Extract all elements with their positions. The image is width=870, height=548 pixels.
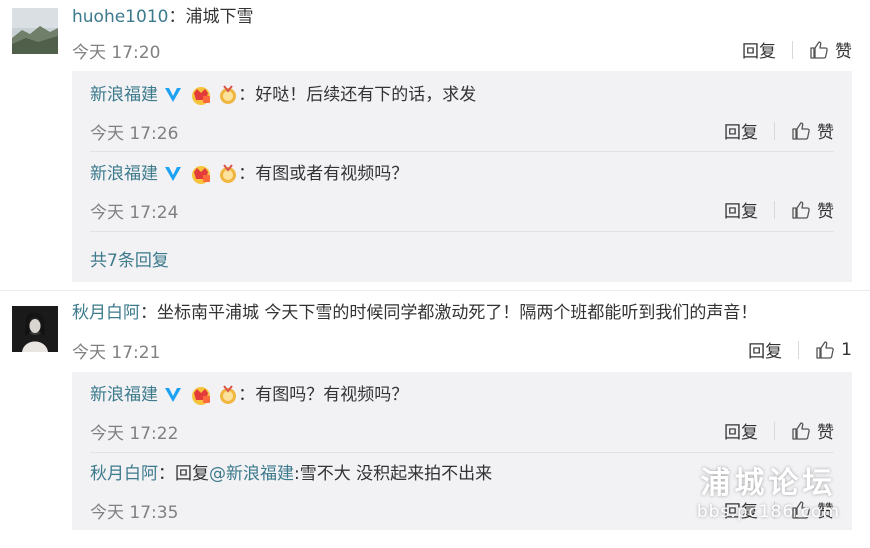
like-count: 1: [841, 339, 852, 360]
colon: ：: [238, 85, 256, 105]
verified-v-icon: [165, 388, 182, 402]
reply-time: 今天 17:24: [90, 203, 179, 223]
crown-badge-icon: [191, 166, 210, 184]
username-link[interactable]: 秋月白阿: [90, 464, 158, 484]
reply-text: 有图或者有视频吗？: [255, 164, 409, 184]
comment-item: huohe1010：浦城下雪 今天 17:20 回复 赞 新浪福建 ：好哒！后续…: [0, 0, 870, 290]
comment-actions: 回复 1: [748, 337, 852, 363]
reply-time: 今天 17:26: [90, 124, 179, 144]
action-divider: [774, 121, 775, 140]
mention-link[interactable]: @新浪福建: [209, 464, 294, 484]
thumbs-up-icon: [792, 421, 810, 440]
reply-button[interactable]: 回复: [724, 118, 758, 143]
like-label: 赞: [817, 423, 834, 443]
username-link[interactable]: huohe1010: [72, 7, 168, 27]
avatar[interactable]: [12, 8, 58, 54]
reply-item: 新浪福建 ：有图或者有视频吗？ 今天 17:24 回复 赞: [72, 151, 852, 231]
comment-time: 今天 17:20: [72, 43, 161, 63]
comment-line: huohe1010：浦城下雪: [72, 6, 253, 28]
avatar[interactable]: [12, 306, 58, 352]
colon: ：: [168, 7, 186, 27]
reply-actions: 回复 赞: [724, 197, 834, 222]
colon: ：: [140, 303, 157, 323]
reply-time: 今天 17:35: [90, 503, 179, 523]
comment-text: 浦城下雪: [185, 7, 254, 27]
reply-actions: 回复 赞: [724, 118, 834, 143]
like-button[interactable]: 赞: [791, 118, 834, 143]
reply-line: 新浪福建 ：有图或者有视频吗？: [90, 163, 408, 185]
reply-item: 新浪福建 ：好哒！后续还有下的话，求发 今天 17:26 回复 赞: [72, 71, 852, 151]
verified-v-icon: [165, 167, 182, 181]
thumbs-up-icon: [810, 40, 828, 59]
comment-text: 坐标南平浦城 今天下雪的时候同学都激动死了！隔两个班都能听到我们的声音！: [157, 303, 758, 323]
like-button[interactable]: 赞: [809, 37, 852, 62]
medal-badge-icon: [220, 164, 237, 183]
reply-actions: 回复 赞: [724, 418, 834, 443]
action-divider: [792, 40, 793, 59]
medal-badge-icon: [220, 385, 237, 404]
reply-time: 今天 17:22: [90, 424, 179, 444]
thumbs-up-icon: [792, 121, 810, 140]
action-divider: [774, 421, 775, 440]
reply-list: 新浪福建 ：好哒！后续还有下的话，求发 今天 17:26 回复 赞 新浪福建 ：…: [72, 71, 852, 282]
comment-actions: 回复 赞: [742, 37, 852, 62]
like-label: 赞: [835, 42, 852, 62]
reply-text: 好哒！后续还有下的话，求发: [255, 85, 477, 105]
reply-item: 新浪福建 ：有图吗？有视频吗？ 今天 17:22 回复 赞: [72, 372, 852, 452]
action-divider: [798, 340, 800, 359]
watermark-url: bbs.pc186.com: [696, 502, 840, 522]
username-link[interactable]: 新浪福建: [90, 385, 158, 405]
watermark: 浦城论坛 bbs.pc186.com: [697, 458, 840, 522]
like-button[interactable]: 1: [815, 340, 852, 360]
username-link[interactable]: 秋月白阿: [72, 303, 140, 323]
reply-divider: [90, 231, 834, 232]
reply-text: :雪不大 没积起来拍不出来: [294, 464, 493, 484]
like-label: 赞: [817, 123, 834, 143]
more-replies-link[interactable]: 共7条回复: [90, 246, 169, 271]
reply-button[interactable]: 回复: [724, 197, 758, 222]
medal-badge-icon: [220, 85, 237, 104]
thumbs-up-icon: [816, 340, 834, 359]
thumbs-up-icon: [792, 200, 810, 219]
colon: ：: [238, 164, 256, 184]
reply-line: 秋月白阿：回复@新浪福建:雪不大 没积起来拍不出来: [90, 463, 492, 485]
reply-line: 新浪福建 ：有图吗？有视频吗？: [90, 384, 408, 406]
action-divider: [774, 200, 775, 219]
username-link[interactable]: 新浪福建: [90, 85, 158, 105]
reply-prefix: 回复: [175, 464, 209, 484]
reply-button[interactable]: 回复: [748, 337, 782, 362]
like-button[interactable]: 赞: [791, 418, 834, 443]
like-button[interactable]: 赞: [791, 197, 834, 222]
reply-button[interactable]: 回复: [742, 37, 776, 62]
colon: ：: [238, 385, 256, 405]
username-link[interactable]: 新浪福建: [90, 164, 158, 184]
reply-line: 新浪福建 ：好哒！后续还有下的话，求发: [90, 84, 476, 106]
colon: ：: [158, 464, 175, 484]
comment-line: 秋月白阿：坐标南平浦城 今天下雪的时候同学都激动死了！隔两个班都能听到我们的声音…: [72, 302, 757, 324]
watermark-title: 浦城论坛: [700, 466, 837, 501]
verified-v-icon: [165, 88, 182, 102]
crown-badge-icon: [191, 87, 210, 105]
like-label: 赞: [817, 202, 834, 222]
crown-badge-icon: [191, 387, 210, 405]
reply-button[interactable]: 回复: [724, 418, 758, 443]
comment-time: 今天 17:21: [72, 343, 161, 363]
reply-text: 有图吗？有视频吗？: [255, 385, 409, 405]
